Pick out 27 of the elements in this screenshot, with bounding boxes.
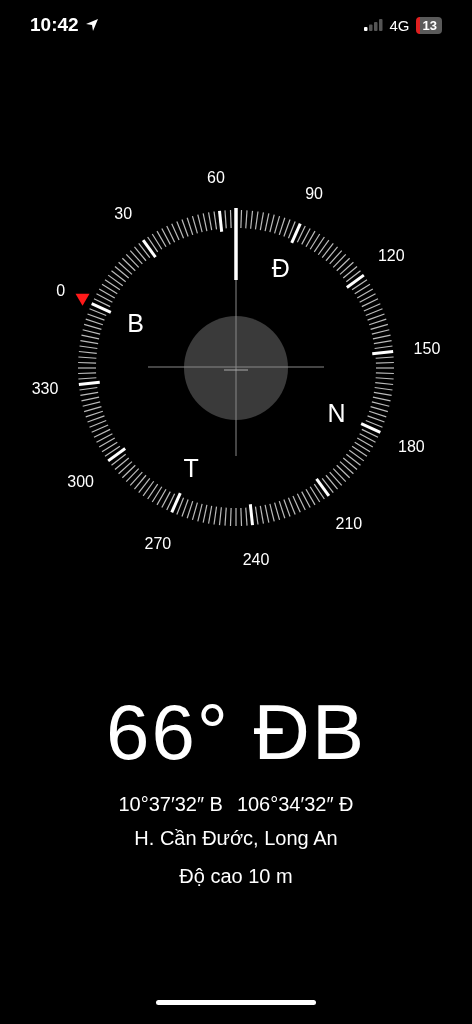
degree-label: 330 <box>31 380 59 398</box>
degree-label: 120 <box>378 247 405 265</box>
degree-label: 180 <box>398 438 425 456</box>
direction-letter: N <box>327 398 346 427</box>
degree-label: 300 <box>67 472 94 490</box>
degree-label: 240 <box>242 550 270 568</box>
location-text: H. Cần Đước, Long An <box>134 826 338 851</box>
battery-indicator: 13 <box>415 16 442 34</box>
degree-label: 30 <box>114 204 133 222</box>
north-marker-icon <box>75 293 90 306</box>
latitude-text: 10°37′32″ B <box>118 792 223 817</box>
degree-label: 0 <box>56 281 66 299</box>
altitude-text: Độ cao 10 m <box>179 864 293 889</box>
signal-icon <box>363 19 384 31</box>
longitude-text: 106°34′32″ Đ <box>236 792 354 817</box>
direction-letter: T <box>183 454 199 483</box>
degree-label: 90 <box>305 184 323 202</box>
degree-label: 270 <box>144 535 172 553</box>
network-label: 4G <box>389 16 410 34</box>
clock-time: 10:42 <box>30 14 79 36</box>
degree-label: 150 <box>413 339 441 357</box>
degree-label: 60 <box>207 169 225 187</box>
location-arrow-icon <box>84 18 99 32</box>
direction-letter: Đ <box>271 253 290 282</box>
heading-reading: 66° ĐB <box>106 687 366 778</box>
direction-letter: B <box>127 309 144 338</box>
degree-label: 210 <box>335 515 363 533</box>
